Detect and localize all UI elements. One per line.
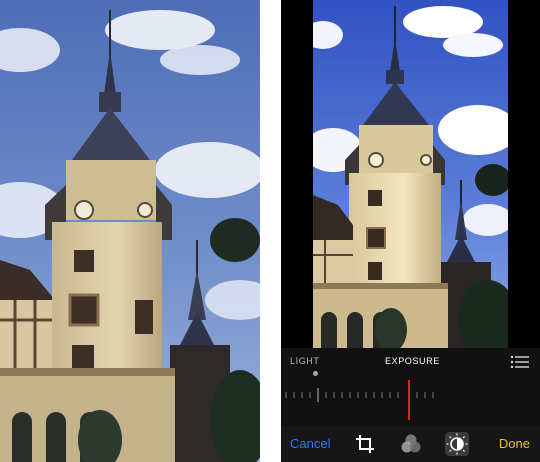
photo-editor: LIGHT EXPOSURE Cancel Done [281,0,540,462]
done-button[interactable]: Done [499,436,530,451]
edited-photo [313,0,508,348]
adjust-icon[interactable] [445,432,469,456]
slider-title: EXPOSURE [385,356,440,366]
list-icon[interactable] [510,355,530,369]
crop-icon[interactable] [353,432,377,456]
category-label: LIGHT [290,356,320,366]
exposure-slider[interactable] [281,372,540,420]
castle-photo-left [0,0,260,462]
bottom-toolbar: Cancel Done [281,426,540,462]
category-indicator [313,371,318,376]
adjustment-panel: LIGHT EXPOSURE Cancel Done [281,348,540,462]
castle-photo-right [313,0,508,348]
filters-icon[interactable] [399,432,423,456]
cancel-button[interactable]: Cancel [290,436,330,451]
original-photo [0,0,260,462]
